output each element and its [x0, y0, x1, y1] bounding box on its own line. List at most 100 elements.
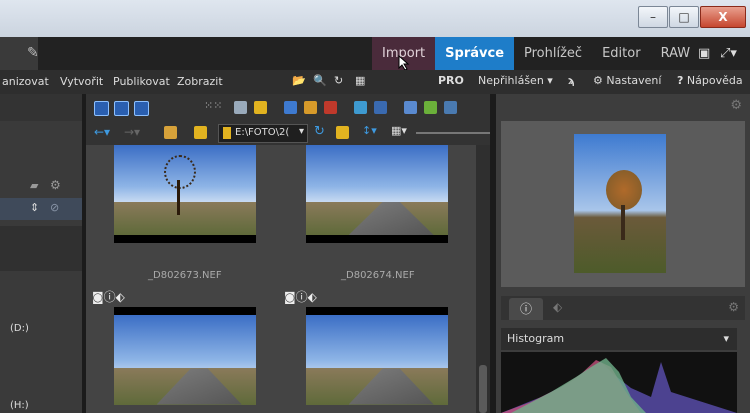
screen-icon[interactable]: ▦ [355, 74, 365, 87]
thumb-bar [114, 235, 256, 243]
camera-icon: ◙ [92, 290, 104, 304]
panel-settings-icon[interactable]: ⚙ [730, 98, 742, 113]
pro-badge: PRO [438, 74, 464, 87]
fullscreen-icon[interactable]: ⤢▾ [720, 46, 737, 61]
thumb-3-icons[interactable]: ◙ⓘ⬖ [92, 288, 125, 305]
layout-split-v-icon[interactable] [134, 101, 149, 116]
thumb-ground [114, 201, 256, 236]
sort-az-icon[interactable]: ↕▾ [362, 124, 377, 137]
thumb-4-icons[interactable]: ◙ⓘ⬖ [284, 288, 317, 305]
thumbnail-1-filename: _D802673.NEF [148, 270, 222, 281]
camera-icon: ◙ [284, 290, 296, 304]
info-tabs: ⓘ ⬖ ⚙ [501, 296, 745, 320]
tab-info[interactable]: ⓘ [509, 298, 543, 320]
chevron-down-icon[interactable]: ▾ [723, 328, 729, 350]
maximize-button[interactable]: □ [669, 6, 699, 28]
slideshow-icon[interactable] [284, 101, 297, 114]
thumb-size-icon[interactable]: ▦▾ [391, 124, 407, 137]
thumbnail-2-filename: _D802674.NEF [341, 270, 415, 281]
settings-label: Nastavení [606, 74, 662, 87]
close-button[interactable]: X [700, 6, 746, 28]
folder-add-icon[interactable]: ▰ [30, 179, 38, 192]
gear-icon: ⚙ [593, 74, 603, 87]
drive-d[interactable]: (D:) [10, 323, 29, 334]
preview-trunk [621, 205, 625, 240]
left-panel-subheader [0, 121, 82, 145]
tree-branches [164, 155, 196, 189]
monitor-icon[interactable]: ▣ [698, 46, 710, 61]
sort-tools-icon[interactable]: ⁙⁙ [204, 99, 222, 112]
forward-icon[interactable]: →▾ [124, 125, 140, 139]
edit-icon[interactable]: ✎ [27, 45, 39, 61]
burn-icon[interactable] [324, 101, 337, 114]
star-folder-icon[interactable] [336, 126, 349, 139]
email-icon[interactable] [254, 101, 267, 114]
left-panel-section [0, 226, 82, 271]
tree-trunk [177, 180, 180, 215]
title-bar: – □ X [0, 0, 750, 37]
folder-icon-2[interactable] [194, 126, 207, 139]
zoom-slider[interactable] [416, 132, 490, 134]
left-panel-selected-row[interactable]: ⇕ ⊘ [0, 198, 82, 220]
info-icon: ⓘ [295, 290, 308, 304]
help-menu[interactable]: ? Nápověda [677, 74, 743, 87]
settings-small-icon[interactable]: ⚙ [50, 178, 61, 192]
path-value: E:\FOTO\2( [235, 127, 290, 138]
tab-manager[interactable]: Správce [435, 37, 515, 70]
info-icon: ⓘ [103, 290, 116, 304]
edit-image-icon[interactable] [354, 101, 367, 114]
histogram-plot [501, 352, 737, 413]
scrollbar-thumb[interactable] [479, 365, 487, 413]
tag-icon: ⬖ [307, 290, 317, 304]
thumbnail-4[interactable] [306, 307, 448, 413]
refresh-icon[interactable]: ↻ [334, 74, 343, 87]
search-icon[interactable]: 🔍 [313, 74, 327, 87]
menu-organize[interactable]: anizovat [2, 75, 49, 88]
sort-icon[interactable]: ⇕ [30, 201, 39, 214]
thumbnail-2[interactable] [306, 145, 448, 243]
left-panel: ⇕ ⊘ ▰ ⚙ (D:) (H:) [0, 94, 82, 413]
thumb-bar [306, 235, 448, 243]
layout-split-h-icon[interactable] [114, 101, 129, 116]
back-icon[interactable]: ←▾ [94, 125, 110, 139]
print-icon[interactable] [234, 101, 247, 114]
batch-icon[interactable] [304, 101, 317, 114]
thumbnail-3[interactable] [114, 307, 256, 413]
path-folder-icon [223, 127, 231, 139]
folder-icon[interactable]: 📂 [292, 74, 306, 87]
tab-editor[interactable]: Editor [592, 37, 650, 70]
tab-viewer[interactable]: Prohlížeč [514, 37, 592, 70]
login-label: Nepřihlášen [478, 74, 544, 87]
tab-raw[interactable]: RAW [651, 37, 701, 70]
export-icon[interactable] [374, 101, 387, 114]
rss-icon[interactable]: ϡ [568, 74, 575, 87]
menu-publish[interactable]: Publikovat [113, 75, 170, 88]
login-menu[interactable]: Nepřihlášen ▾ [478, 74, 553, 87]
panorama-icon[interactable] [424, 101, 437, 114]
tag-icon[interactable]: ⬖ [553, 300, 562, 314]
sync-icon[interactable]: ↻ [314, 124, 325, 139]
minimize-button[interactable]: – [638, 6, 668, 28]
mouse-cursor-icon [398, 55, 410, 71]
view-toolbar: ⁙⁙ [86, 94, 490, 121]
organize-icon[interactable] [444, 101, 457, 114]
thumb-bar [306, 307, 448, 315]
histogram-header[interactable]: Histogram ▾ [501, 328, 737, 350]
menu-create[interactable]: Vytvořit [60, 75, 103, 88]
drive-h[interactable]: (H:) [10, 400, 29, 411]
window-controls: – □ X [637, 6, 746, 28]
settings-menu[interactable]: ⚙ Nastavení [593, 74, 661, 87]
menu-view[interactable]: Zobrazit [177, 75, 223, 88]
ban-icon[interactable]: ⊘ [50, 201, 59, 214]
folder-up-icon[interactable] [164, 126, 177, 139]
help-label: Nápověda [686, 74, 743, 87]
thumbnail-scrollbar[interactable] [476, 145, 490, 413]
preview-tree [606, 170, 642, 210]
thumbnail-1[interactable] [114, 145, 256, 243]
info-settings-icon[interactable]: ⚙ [728, 300, 739, 314]
path-dropdown-icon[interactable]: ▾ [299, 126, 304, 137]
adjust-icon[interactable] [404, 101, 417, 114]
path-box[interactable]: E:\FOTO\2( ▾ [218, 124, 308, 143]
histogram-title: Histogram [507, 332, 565, 345]
layout-single-icon[interactable] [94, 101, 109, 116]
